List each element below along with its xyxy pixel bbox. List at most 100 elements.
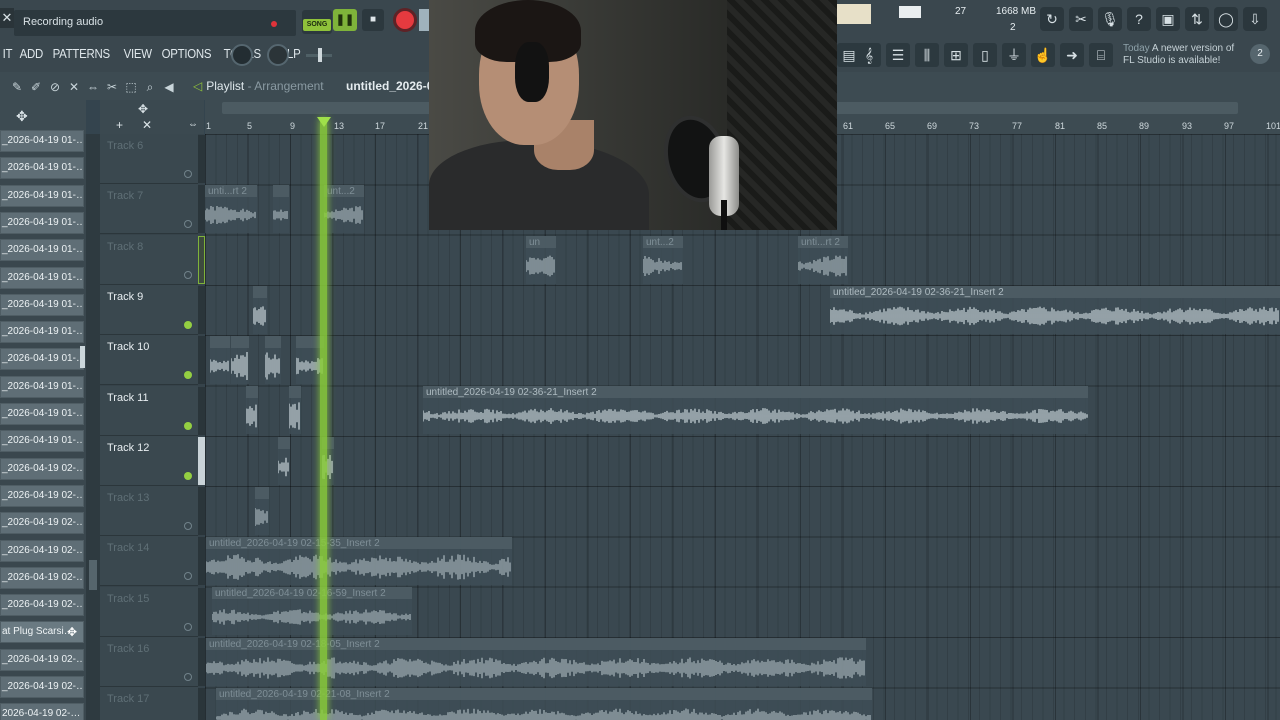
track-color-strip[interactable] <box>198 537 205 586</box>
picker-scrollbar-thumb[interactable] <box>89 560 97 590</box>
track-color-strip[interactable] <box>198 386 205 435</box>
stop-button[interactable]: ■ <box>362 9 384 31</box>
track-mute-led[interactable] <box>184 421 192 430</box>
select-tool-icon[interactable]: ⬚ <box>124 80 138 94</box>
cut-icon[interactable]: ✂ <box>1069 7 1093 31</box>
playhead[interactable] <box>320 118 327 720</box>
slice-tool-icon[interactable]: ✂ <box>105 80 119 94</box>
track-header[interactable]: Track 14 <box>100 536 198 587</box>
menu-options[interactable]: OPTIONS <box>159 46 214 64</box>
picker-item[interactable]: _2026-04-19 01-… <box>0 157 84 180</box>
song-mode-label[interactable]: SONG <box>303 19 331 31</box>
track-header[interactable]: Track 15 <box>100 586 198 637</box>
render-icon[interactable]: ⇅ <box>1185 7 1209 31</box>
update-badge-icon[interactable]: 2 <box>1250 44 1270 64</box>
picker-item[interactable]: _2026-04-19 02-… <box>0 566 84 589</box>
help-icon[interactable]: ? <box>1127 7 1151 31</box>
track-color-strip[interactable] <box>198 285 205 334</box>
menu-view[interactable]: VIEW <box>121 46 154 64</box>
master-volume-knob[interactable] <box>231 44 253 66</box>
remove-track-icon[interactable]: ✕ <box>142 118 152 132</box>
track-header[interactable]: Track 8 <box>100 234 198 285</box>
picker-item[interactable]: _2026-04-19 02-… <box>0 484 84 507</box>
picker-resize-icon[interactable]: ✥ <box>16 108 28 125</box>
browser-icon[interactable]: ⊞ <box>944 43 968 67</box>
menu-edit[interactable]: IT <box>0 46 15 64</box>
transport-extra-button[interactable] <box>419 9 429 31</box>
picker-item[interactable]: _2026-04-19 01-… <box>0 211 84 234</box>
track-mute-led[interactable] <box>184 622 192 631</box>
picker-item[interactable]: _2026-04-19 01-… <box>0 430 84 453</box>
picker-item[interactable]: _2026-04-19 01-… <box>0 239 84 262</box>
track-color-strip[interactable] <box>198 638 205 686</box>
channel-rack-icon[interactable]: ☰ <box>886 43 910 67</box>
add-track-icon[interactable]: + <box>116 118 123 132</box>
picker-item[interactable]: _2026-04-19 01-… <box>0 266 84 289</box>
pause-button[interactable]: ❚❚ <box>333 9 357 31</box>
arrow-icon[interactable]: ➜ <box>1060 43 1084 67</box>
arrangement-name[interactable]: untitled_2026-0 <box>346 79 433 93</box>
picker-item[interactable]: _2026-04-19 01-… <box>0 321 84 344</box>
menu-add[interactable]: ADD <box>17 46 46 64</box>
track-color-strip[interactable] <box>198 235 205 284</box>
picker-item[interactable]: 2026-04-19 02-… <box>0 703 84 720</box>
plugin-icon[interactable]: ⏚ <box>1002 43 1026 67</box>
track-header[interactable]: Track 12 <box>100 435 198 486</box>
record-button[interactable] <box>393 8 417 32</box>
track-color-strip[interactable] <box>198 587 205 636</box>
picker-item[interactable]: _2026-04-19 01-… <box>0 403 84 425</box>
fit-width-icon[interactable]: ⇔ <box>188 119 198 130</box>
picker-item[interactable]: _2026-04-19 02-… <box>0 648 84 671</box>
track-header[interactable]: Track 10 <box>100 335 198 386</box>
shop-icon[interactable]: ⌸ <box>1089 43 1113 67</box>
track-mute-led[interactable] <box>184 673 192 681</box>
track-header[interactable]: Track 9 <box>100 284 198 335</box>
track-mute-led[interactable] <box>184 522 192 531</box>
undo-icon[interactable]: ↻ <box>1040 7 1064 31</box>
zoom-tool-icon[interactable]: ⌕ <box>143 80 157 94</box>
playhead-marker-icon[interactable] <box>317 117 331 127</box>
track-color-strip[interactable] <box>198 135 205 183</box>
picker-item[interactable]: at Plug Scarsi… ✥ <box>0 621 84 644</box>
mute-tool-icon[interactable]: ✕ <box>67 80 81 94</box>
track-color-strip[interactable] <box>198 336 205 385</box>
track-header[interactable]: Track 17 <box>100 687 198 720</box>
track-header[interactable]: Track 7 <box>100 184 198 235</box>
microphone-icon[interactable]: 🎙 <box>1098 7 1122 31</box>
track-color-strip[interactable] <box>198 487 205 536</box>
save-icon[interactable]: ▣ <box>1156 7 1180 31</box>
picker-scrollbar[interactable] <box>86 134 100 720</box>
playback-tool-icon[interactable]: ◀ <box>162 80 176 94</box>
track-color-strip[interactable] <box>198 185 205 234</box>
track-color-strip[interactable] <box>198 688 205 720</box>
tempo-slider-thumb[interactable] <box>318 48 322 62</box>
master-pitch-knob[interactable] <box>267 44 289 66</box>
chat-icon[interactable]: ◯ <box>1214 7 1238 31</box>
news-panel[interactable]: Today A newer version of FL Studio is av… <box>1123 43 1243 67</box>
piano-roll-icon[interactable]: 𝄞 <box>857 43 881 67</box>
track-color-strip[interactable] <box>198 436 205 485</box>
close-icon[interactable]: ✕ <box>0 8 14 28</box>
picker-item[interactable]: _2026-04-19 02-… <box>0 457 84 480</box>
picker-move-icon[interactable]: ✥ <box>67 622 77 642</box>
track-mute-led[interactable] <box>184 320 192 329</box>
track-resize-icon[interactable]: ✥ <box>138 102 148 116</box>
track-mute-led[interactable] <box>184 371 192 380</box>
picker-item[interactable]: _2026-04-19 01-… <box>0 130 84 152</box>
track-header[interactable]: Track 11 <box>100 385 198 436</box>
file-icon[interactable]: ▯ <box>973 43 997 67</box>
picker-item[interactable]: _2026-04-19 02-… <box>0 676 84 698</box>
track-mute-led[interactable] <box>184 220 192 229</box>
track-mute-led[interactable] <box>184 572 192 581</box>
paint-tool-icon[interactable]: ✐ <box>29 80 43 94</box>
picker-item[interactable]: _2026-04-19 01-… <box>0 293 84 316</box>
draw-tool-icon[interactable]: ✎ <box>10 80 24 94</box>
picker-item[interactable]: _2026-04-19 01-… <box>0 184 84 207</box>
picker-item[interactable]: _2026-04-19 01-… <box>0 348 84 371</box>
playlist-arrow-icon[interactable]: ◁ <box>193 79 202 93</box>
touch-icon[interactable]: ☝ <box>1031 43 1055 67</box>
picker-item[interactable]: _2026-04-19 02-… <box>0 539 84 562</box>
picker-item[interactable]: _2026-04-19 01-… <box>0 375 84 398</box>
track-header[interactable]: Track 6 <box>100 134 198 184</box>
track-header[interactable]: Track 13 <box>100 486 198 537</box>
